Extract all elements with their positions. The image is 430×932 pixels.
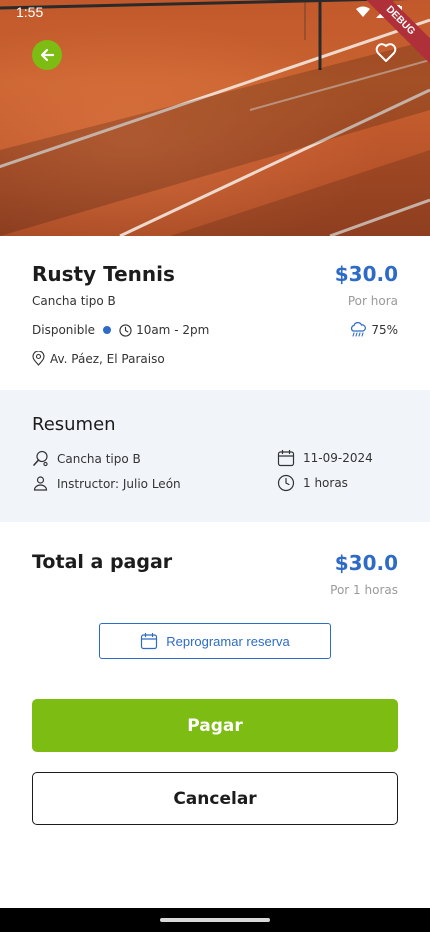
location-pin-icon [32,351,45,366]
heart-icon [375,43,397,62]
person-icon [33,476,48,491]
pay-button[interactable]: Pagar [32,699,398,752]
summary-date: 11-09-2024 [277,449,373,467]
summary-instructor-label: Instructor: Julio León [57,476,181,491]
total-price: $30.0 [334,551,398,575]
calendar-icon [141,632,158,650]
calendar-icon [277,449,295,467]
total-label: Total a pagar [32,551,173,573]
tennis-court-illustration [0,0,430,236]
venue-address: Av. Páez, El Paraiso [50,351,165,366]
rain-cloud-icon [351,322,367,337]
racket-icon [33,450,48,467]
status-time: 1:55 [16,4,44,20]
favorite-button[interactable] [374,40,398,64]
clock-icon [119,323,132,337]
summary-court-label: Cancha tipo B [57,451,141,466]
system-nav-bar [0,908,430,932]
home-indicator[interactable] [160,918,270,922]
summary-court: Cancha tipo B [32,450,141,467]
summary-duration-label: 1 horas [303,476,348,490]
rain-chance: 75% [371,323,398,337]
wifi-icon [356,6,370,17]
summary-duration: 1 horas [277,474,348,492]
court-type: Cancha tipo B [32,294,116,308]
status-dot [103,326,112,334]
weather-indicator: 75% [349,322,398,338]
venue-info: Rusty Tennis $30.0 Cancha tipo B Por hor… [0,236,430,390]
opening-hours: 10am - 2pm [136,323,210,337]
summary-instructor: Instructor: Julio León [32,475,181,492]
cancel-button[interactable]: Cancelar [32,772,398,825]
reschedule-button[interactable]: Reprogramar reserva [99,623,331,659]
price-unit: Por hora [347,294,398,308]
venue-price: $30.0 [334,262,398,286]
availability-status: Disponible [32,323,96,337]
summary-title: Resumen [32,414,116,435]
status-bar: 1:55 [0,0,430,26]
arrow-left-icon [40,48,55,62]
venue-name: Rusty Tennis [32,262,175,286]
back-button[interactable] [32,40,62,70]
availability-row: Disponible 10am - 2pm [32,323,209,337]
reschedule-label: Reprogramar reserva [166,633,290,649]
hero-image: 1:55 DEBUG [0,0,430,236]
total-unit: Por 1 horas [330,583,398,597]
address-row: Av. Páez, El Paraiso [32,351,165,366]
clock-icon [277,474,295,492]
summary-date-label: 11-09-2024 [303,451,373,465]
summary-section: Resumen Cancha tipo B Instructor: Julio … [0,390,430,522]
